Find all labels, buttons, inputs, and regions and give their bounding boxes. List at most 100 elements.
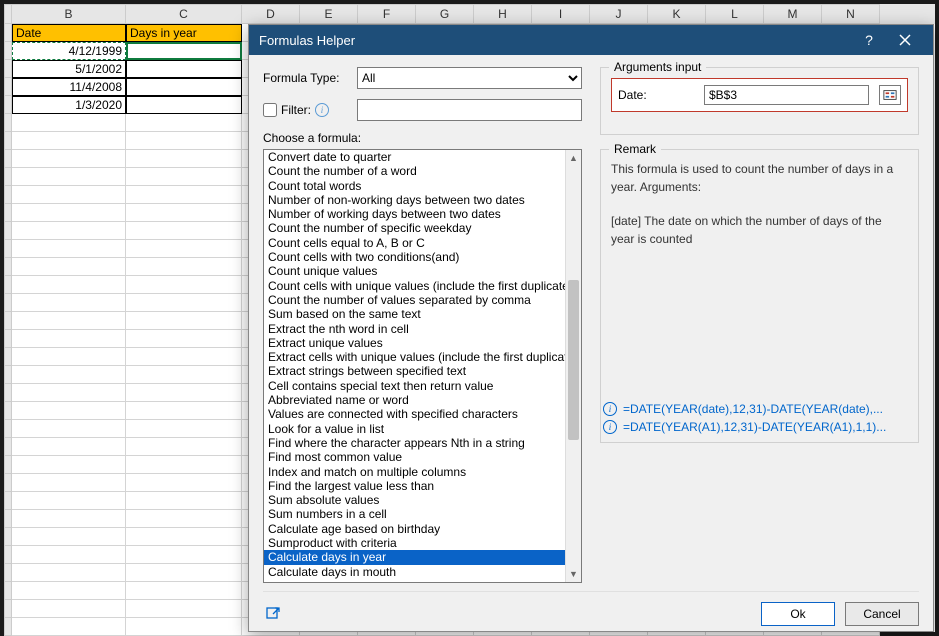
cell[interactable]: [126, 456, 242, 474]
cell[interactable]: [126, 402, 242, 420]
column-header[interactable]: D: [242, 4, 300, 24]
cell[interactable]: [12, 582, 126, 600]
column-header[interactable]: F: [358, 4, 416, 24]
formula-list-item[interactable]: Number of working days between two dates: [264, 207, 565, 221]
cell[interactable]: [12, 114, 126, 132]
formula-link-2[interactable]: i =DATE(YEAR(A1),12,31)-DATE(YEAR(A1),1,…: [603, 420, 916, 434]
cell[interactable]: [12, 366, 126, 384]
cell[interactable]: [12, 438, 126, 456]
cell[interactable]: [126, 510, 242, 528]
column-header[interactable]: M: [764, 4, 822, 24]
cancel-button[interactable]: Cancel: [845, 602, 919, 626]
cell[interactable]: [126, 546, 242, 564]
formula-list-item[interactable]: Index and match on multiple columns: [264, 465, 565, 479]
column-header[interactable]: I: [532, 4, 590, 24]
formula-type-select[interactable]: All: [357, 67, 582, 89]
close-button[interactable]: [887, 25, 923, 55]
formula-list-item[interactable]: Count the number of values separated by …: [264, 293, 565, 307]
cell[interactable]: [12, 330, 126, 348]
formula-list-item[interactable]: Sum absolute values: [264, 493, 565, 507]
cell[interactable]: 11/4/2008: [12, 78, 126, 96]
formula-list-item[interactable]: Count cells with unique values (include …: [264, 279, 565, 293]
formula-list-item[interactable]: Sum numbers in a cell: [264, 507, 565, 521]
help-button[interactable]: ?: [851, 25, 887, 55]
formula-list-item[interactable]: Count cells equal to A, B or C: [264, 236, 565, 250]
cell[interactable]: [126, 294, 242, 312]
cell[interactable]: [12, 510, 126, 528]
cell[interactable]: [126, 258, 242, 276]
scroll-thumb[interactable]: [568, 280, 579, 440]
cell[interactable]: [12, 276, 126, 294]
formula-list-item[interactable]: Count unique values: [264, 264, 565, 278]
column-header[interactable]: J: [590, 4, 648, 24]
formula-list-item[interactable]: Values are connected with specified char…: [264, 407, 565, 421]
formula-list-item[interactable]: Cell contains special text then return v…: [264, 379, 565, 393]
cell[interactable]: 4/12/1999: [12, 42, 126, 60]
cell[interactable]: [12, 168, 126, 186]
cell[interactable]: [12, 456, 126, 474]
cell[interactable]: [12, 402, 126, 420]
cell[interactable]: [126, 474, 242, 492]
cell[interactable]: 5/1/2002: [12, 60, 126, 78]
scroll-up-icon[interactable]: ▲: [566, 150, 581, 166]
cell[interactable]: [12, 564, 126, 582]
formula-list-item[interactable]: Calculate days in year: [264, 550, 565, 564]
formula-list-item[interactable]: Count the number of specific weekday: [264, 221, 565, 235]
formula-list-item[interactable]: Calculate age based on birthday: [264, 522, 565, 536]
cell[interactable]: [12, 150, 126, 168]
formula-list-item[interactable]: Extract the nth word in cell: [264, 322, 565, 336]
cell[interactable]: [126, 132, 242, 150]
cell[interactable]: [126, 582, 242, 600]
cell[interactable]: [12, 600, 126, 618]
cell[interactable]: [126, 312, 242, 330]
column-header[interactable]: K: [648, 4, 706, 24]
cell[interactable]: [12, 546, 126, 564]
cell[interactable]: [12, 240, 126, 258]
cell[interactable]: [126, 78, 242, 96]
cell[interactable]: Date: [12, 24, 126, 42]
cell[interactable]: [126, 168, 242, 186]
formula-list-item[interactable]: Extract cells with unique values (includ…: [264, 350, 565, 364]
cell[interactable]: [12, 420, 126, 438]
cell[interactable]: [126, 150, 242, 168]
cell[interactable]: [126, 528, 242, 546]
cell[interactable]: [126, 186, 242, 204]
cell[interactable]: [12, 384, 126, 402]
cell[interactable]: [126, 60, 242, 78]
column-header[interactable]: H: [474, 4, 532, 24]
cell[interactable]: [12, 348, 126, 366]
cell[interactable]: [126, 366, 242, 384]
formula-list-item[interactable]: Count cells with two conditions(and): [264, 250, 565, 264]
scroll-down-icon[interactable]: ▼: [566, 566, 581, 582]
cell[interactable]: [126, 276, 242, 294]
filter-input[interactable]: [357, 99, 582, 121]
cell[interactable]: [126, 420, 242, 438]
popout-icon[interactable]: [263, 604, 283, 624]
cell[interactable]: [126, 96, 242, 114]
ok-button[interactable]: Ok: [761, 602, 835, 626]
column-header[interactable]: G: [416, 4, 474, 24]
formula-list-item[interactable]: Look for a value in list: [264, 422, 565, 436]
formula-list-item[interactable]: Sum based on the same text: [264, 307, 565, 321]
column-header[interactable]: E: [300, 4, 358, 24]
cell[interactable]: [126, 348, 242, 366]
cell[interactable]: [126, 204, 242, 222]
cell[interactable]: [12, 132, 126, 150]
date-arg-input[interactable]: [704, 85, 869, 105]
filter-checkbox[interactable]: [263, 103, 277, 117]
corner-cell[interactable]: [4, 4, 12, 24]
formula-list-item[interactable]: Extract strings between specified text: [264, 364, 565, 378]
cell[interactable]: [126, 618, 242, 636]
column-header[interactable]: B: [12, 4, 126, 24]
formula-list-item[interactable]: Extract unique values: [264, 336, 565, 350]
formula-list-item[interactable]: Calculate days in mouth: [264, 565, 565, 579]
scrollbar[interactable]: ▲ ▼: [565, 150, 581, 582]
formula-list-item[interactable]: Number of non-working days between two d…: [264, 193, 565, 207]
cell[interactable]: [126, 42, 242, 60]
formula-link-1[interactable]: i =DATE(YEAR(date),12,31)-DATE(YEAR(date…: [603, 402, 916, 416]
formula-list-item[interactable]: Count the number of a word: [264, 164, 565, 178]
cell[interactable]: [126, 492, 242, 510]
formula-list-item[interactable]: Find the largest value less than: [264, 479, 565, 493]
cell[interactable]: [12, 618, 126, 636]
cell[interactable]: [126, 114, 242, 132]
